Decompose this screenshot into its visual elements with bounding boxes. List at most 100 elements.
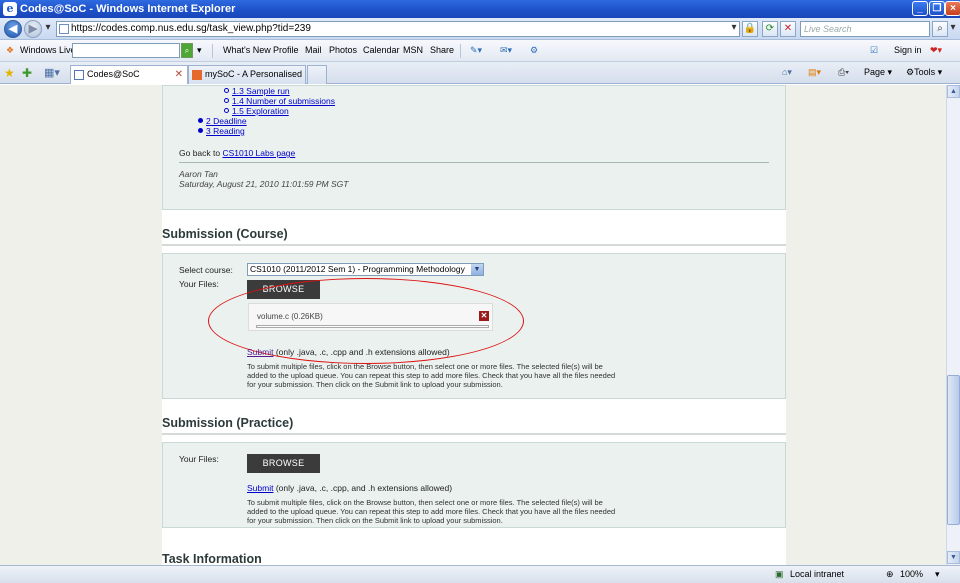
toolbar-separator (212, 44, 213, 58)
page-content: 1.3 Sample run 1.4 Number of submissions… (0, 85, 946, 565)
tab-label: mySoC - A Personalised Port... (205, 69, 305, 79)
refresh-icon[interactable]: ⟳ (762, 21, 778, 37)
live-item-photos[interactable]: Photos (329, 45, 357, 55)
windows-live-logo-icon: ❖ (6, 45, 15, 55)
window-title: Codes@SoC - Windows Internet Explorer (20, 3, 236, 15)
course-submit-row: Submit (only .java, .c, .cpp and .h exte… (247, 347, 450, 357)
recent-pages-dropdown-icon[interactable]: ▾ (40, 21, 56, 37)
live-item-mail[interactable]: Mail (305, 45, 322, 55)
toc-bullet (224, 88, 229, 93)
toc-bullet (224, 108, 229, 113)
practice-browse-button[interactable]: BROWSE (247, 454, 320, 473)
blog-icon[interactable]: ✎▾ (470, 45, 482, 56)
tab-close-icon[interactable]: ✕ (175, 66, 183, 83)
practice-submit-row: Submit (only .java, .c, .cpp, and .h ext… (247, 483, 452, 493)
home-icon[interactable]: ⌂▾ (782, 67, 792, 78)
live-item-whats-new[interactable]: What's New (223, 45, 271, 55)
page-menu-label: Page (864, 67, 886, 77)
minimize-button[interactable]: _ (912, 1, 928, 16)
live-search-input[interactable]: Live Search (800, 21, 930, 37)
page-favicon-icon (59, 24, 69, 34)
course-submit-link[interactable]: Submit (247, 347, 273, 357)
task-information-heading: Task Information (162, 552, 262, 565)
url-input[interactable]: https://codes.comp.nus.edu.sg/task_view.… (56, 21, 740, 37)
url-dropdown-icon[interactable]: ▾ (726, 21, 742, 37)
windows-live-brand[interactable]: Windows Live (20, 45, 76, 55)
zoom-dropdown-icon[interactable]: ▾ (935, 569, 940, 580)
practice-help-text: To submit multiple files, click on the B… (247, 498, 616, 525)
scrollbar-thumb[interactable] (947, 375, 960, 525)
zoom-level[interactable]: 100% (900, 569, 923, 579)
tab-codes-soc[interactable]: Codes@SoC ✕ (70, 65, 188, 84)
intranet-zone-icon: ▣ (775, 569, 784, 579)
tab-favicon-icon (74, 70, 84, 80)
live-item-msn[interactable]: MSN (403, 45, 423, 55)
tools-gear-icon: ⚙ (906, 67, 915, 77)
author-name: Aaron Tan (179, 169, 218, 179)
heading-rule (162, 244, 786, 246)
go-back-text: Go back to CS1010 Labs page (179, 148, 295, 158)
toc-link-number-of-submissions[interactable]: 1.4 Number of submissions (232, 96, 335, 106)
tab-mysoc[interactable]: mySoC - A Personalised Port... (188, 65, 306, 84)
sign-in-link[interactable]: Sign in (894, 45, 922, 55)
chevron-down-icon: ▼ (471, 264, 483, 275)
title-bar: e Codes@SoC - Windows Internet Explorer … (0, 0, 960, 18)
live-toolbar-search-input[interactable] (72, 43, 180, 58)
toc-link-sample-run[interactable]: 1.3 Sample run (232, 86, 290, 96)
lock-icon[interactable]: 🔒 (742, 21, 758, 37)
course-submit-note: (only .java, .c, .cpp and .h extensions … (273, 347, 450, 357)
windows-live-toolbar: ❖ Windows Live ⌕ ▾ What's New Profile Ma… (0, 40, 960, 62)
toc-link-exploration[interactable]: 1.5 Exploration (232, 106, 289, 116)
live-item-profile[interactable]: Profile (273, 45, 299, 55)
close-button[interactable]: × (945, 1, 960, 16)
tab-label: Codes@SoC (87, 69, 140, 79)
toolbar-extra-icon[interactable]: ⚙ (530, 45, 538, 56)
maximize-button[interactable]: ❐ (929, 1, 945, 16)
course-select[interactable]: CS1010 (2011/2012 Sem 1) - Programming M… (247, 263, 484, 276)
page-menu[interactable]: Page ▾ (864, 67, 892, 78)
favorites-star-icon[interactable]: ★ (4, 66, 15, 80)
toc-bullet (198, 128, 203, 133)
divider (179, 162, 769, 163)
new-tab-button[interactable] (307, 65, 327, 84)
live-item-share[interactable]: Share (430, 45, 454, 55)
ie-logo-icon: e (3, 2, 17, 16)
live-search-dropdown-icon[interactable]: ▾ (197, 45, 202, 56)
your-files-label: Your Files: (179, 279, 219, 289)
back-button[interactable]: ◀ (4, 20, 22, 38)
feeds-icon[interactable]: ▤▾ (808, 67, 821, 78)
stop-icon[interactable]: ✕ (780, 21, 796, 37)
vertical-scrollbar[interactable]: ▲ ▼ (946, 85, 960, 565)
search-icon[interactable]: ⌕ (932, 21, 948, 37)
practice-submit-link[interactable]: Submit (247, 483, 273, 493)
tools-menu[interactable]: ⚙Tools ▾ (906, 67, 942, 78)
practice-files-label: Your Files: (179, 454, 219, 464)
course-select-value: CS1010 (2011/2012 Sem 1) - Programming M… (250, 264, 465, 274)
toc-link-reading[interactable]: 3 Reading (206, 126, 245, 136)
print-icon[interactable]: ⎙▾ (838, 67, 849, 78)
search-options-icon[interactable]: ▾ (948, 21, 958, 37)
course-help-text: To submit multiple files, click on the B… (247, 362, 616, 389)
heading-rule (162, 433, 786, 435)
scroll-up-icon[interactable]: ▲ (947, 85, 960, 98)
toc-bullet (198, 118, 203, 123)
toolbar-separator (460, 44, 461, 58)
messenger-icon[interactable]: ✉▾ (500, 45, 512, 56)
left-margin (0, 85, 162, 565)
live-search-go-icon[interactable]: ⌕ (181, 43, 193, 58)
scroll-down-icon[interactable]: ▼ (947, 551, 960, 564)
course-submission-heading: Submission (Course) (162, 227, 288, 241)
toc-bullet (224, 98, 229, 103)
go-back-prefix: Go back to (179, 148, 223, 158)
toc-link-deadline[interactable]: 2 Deadline (206, 116, 247, 126)
tab-favicon-icon (192, 70, 202, 80)
security-zone-text: Local intranet (790, 569, 845, 579)
add-favorites-icon[interactable]: ✚ (22, 66, 32, 80)
quick-tabs-icon[interactable]: ▦▾ (44, 66, 60, 79)
select-course-label: Select course: (179, 265, 233, 275)
sign-in-icon: ☑ (870, 45, 879, 55)
user-status-icon[interactable]: ❤▾ (930, 45, 942, 56)
live-item-calendar[interactable]: Calendar (363, 45, 400, 55)
go-back-link[interactable]: CS1010 Labs page (222, 148, 295, 158)
practice-submission-heading: Submission (Practice) (162, 416, 294, 430)
